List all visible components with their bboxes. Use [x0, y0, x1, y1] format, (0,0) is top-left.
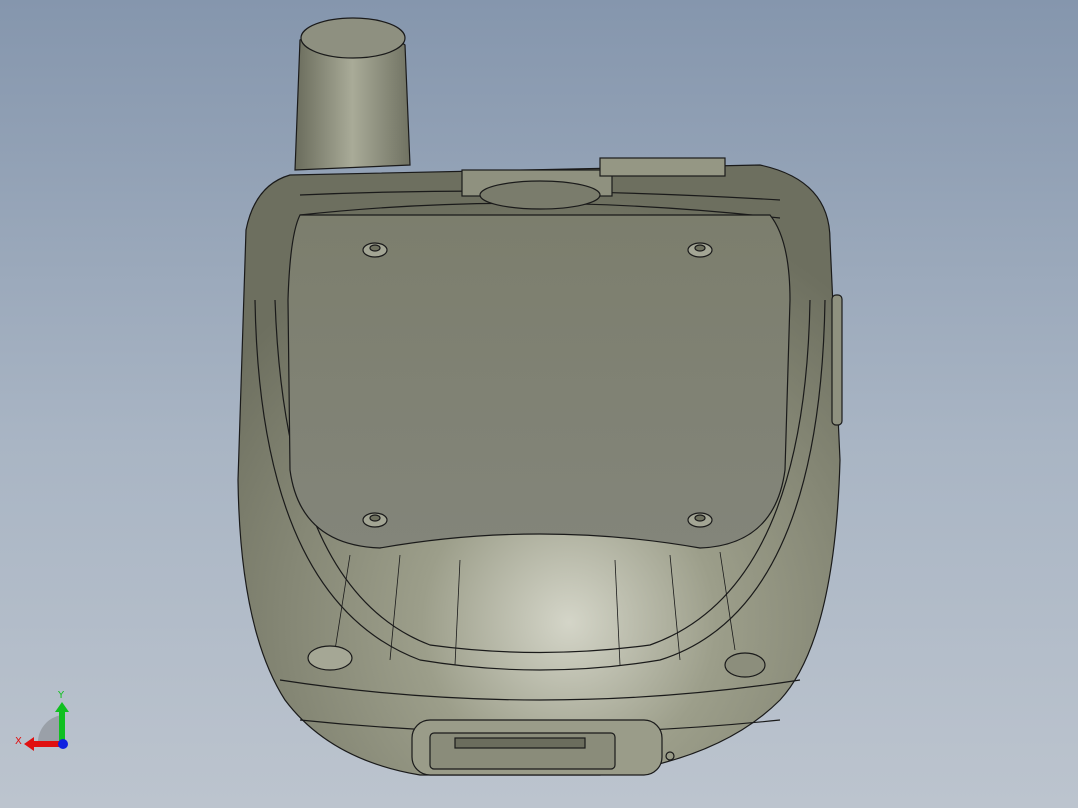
cad-viewport[interactable]: Y X [0, 0, 1078, 808]
x-axis-arrow [32, 741, 62, 747]
radio-model [237, 17, 843, 776]
top-button [599, 157, 726, 177]
z-axis-dot [58, 739, 68, 749]
y-axis-label: Y [57, 690, 65, 701]
y-axis-arrow [59, 710, 65, 744]
x-axis-label: X [15, 736, 22, 747]
battery-cover [287, 214, 791, 549]
axis-triad: Y X [15, 690, 69, 751]
